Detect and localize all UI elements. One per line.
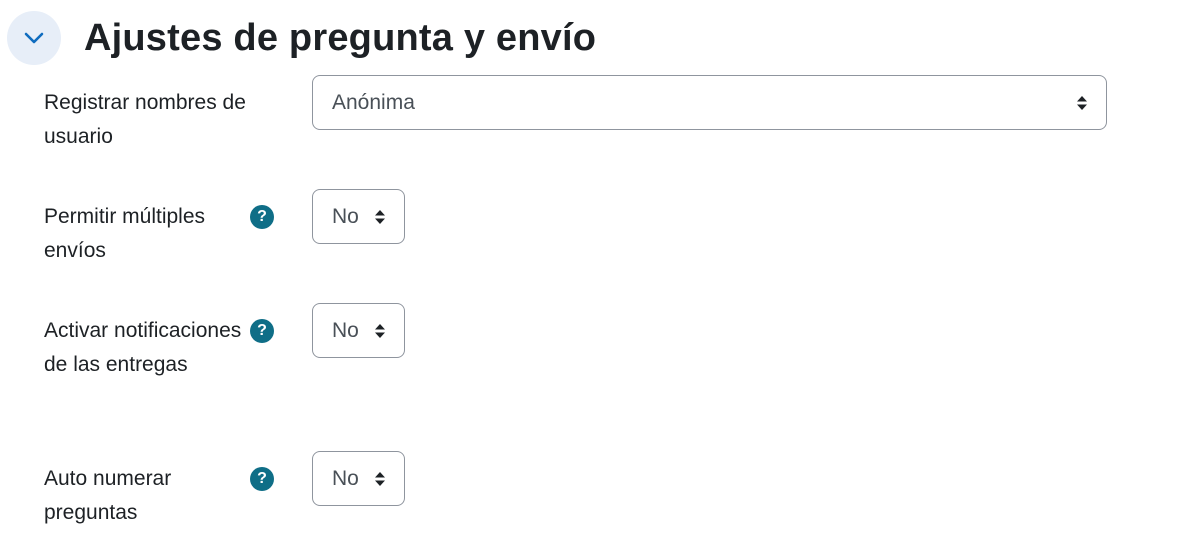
select-value: No bbox=[332, 205, 359, 228]
field-label: Activar notificaciones de las entregas bbox=[44, 319, 242, 376]
sort-arrows-icon bbox=[1077, 95, 1087, 110]
section-header: Ajustes de pregunta y envío bbox=[7, 10, 596, 66]
sort-arrows-icon bbox=[375, 323, 385, 338]
select-notificaciones[interactable]: No bbox=[312, 303, 405, 358]
select-auto-numerar[interactable]: No bbox=[312, 451, 405, 506]
collapse-toggle-button[interactable] bbox=[7, 11, 61, 65]
select-multiples-envios[interactable]: No bbox=[312, 189, 405, 244]
select-value: Anónima bbox=[332, 91, 415, 114]
field-label: Registrar nombres de usuario bbox=[44, 91, 246, 148]
sort-arrows-icon bbox=[375, 471, 385, 486]
field-label: Auto numerar preguntas bbox=[44, 467, 172, 524]
chevron-down-icon bbox=[24, 32, 44, 44]
help-icon[interactable]: ? bbox=[250, 205, 274, 229]
sort-arrows-icon bbox=[375, 209, 385, 224]
help-icon[interactable]: ? bbox=[250, 467, 274, 491]
select-registrar-nombres[interactable]: Anónima bbox=[312, 75, 1107, 130]
select-value: No bbox=[332, 467, 359, 490]
field-label: Permitir múltiples envíos bbox=[44, 205, 206, 262]
help-icon[interactable]: ? bbox=[250, 319, 274, 343]
select-value: No bbox=[332, 319, 359, 342]
section-title: Ajustes de pregunta y envío bbox=[84, 16, 597, 59]
